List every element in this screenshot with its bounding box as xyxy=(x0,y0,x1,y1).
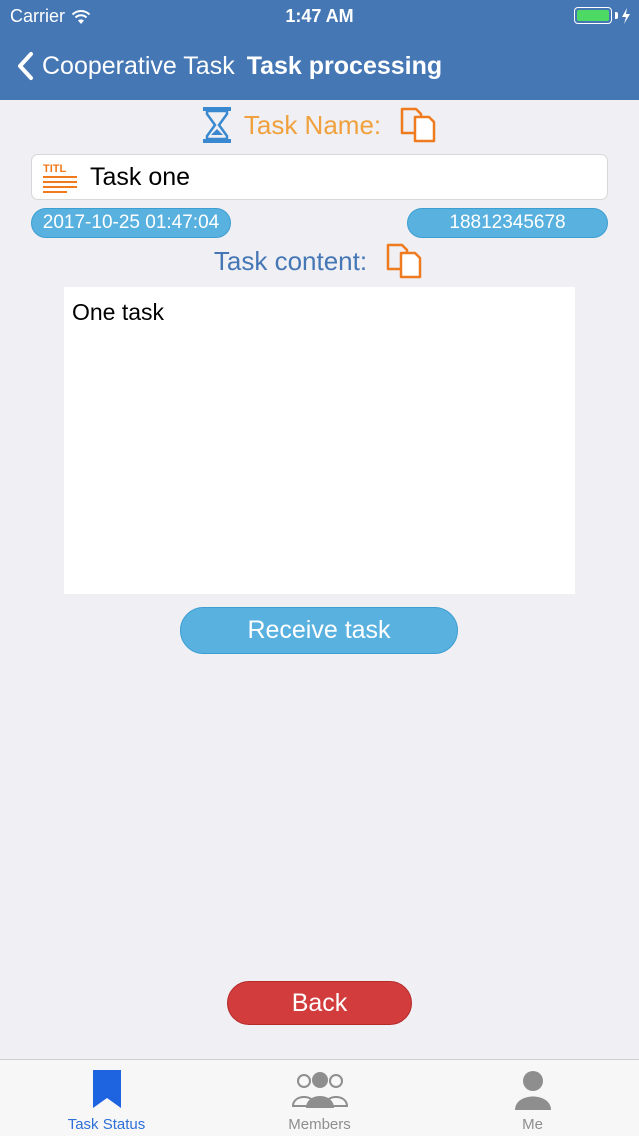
task-name-row: Task Name: xyxy=(0,104,639,146)
battery-icon xyxy=(574,7,631,24)
task-content-textarea[interactable]: One task xyxy=(64,287,575,594)
tab-label: Me xyxy=(522,1116,543,1133)
chevron-left-icon xyxy=(18,52,33,80)
task-content-label: Task content: xyxy=(213,245,368,276)
copy-icon[interactable] xyxy=(399,106,439,144)
members-icon xyxy=(291,1072,348,1108)
tab-bar: Task Status Members Me xyxy=(0,1059,639,1136)
tab-label: Task Status xyxy=(67,1116,146,1133)
status-time: 1:47 AM xyxy=(285,6,354,26)
nav-back-button[interactable]: Cooperative Task xyxy=(0,51,235,81)
bookmark-icon xyxy=(92,1070,121,1108)
tab-me[interactable]: Me xyxy=(426,1060,639,1136)
back-button[interactable]: Back xyxy=(227,981,412,1025)
task-content-row: Task content: xyxy=(0,241,639,281)
tab-members[interactable]: Members xyxy=(213,1060,426,1136)
task-title-value: Task one xyxy=(90,162,191,191)
task-title-field[interactable]: TITL Task one xyxy=(31,154,608,200)
nav-bar: Cooperative Task Task processing xyxy=(0,40,639,92)
tab-label: Members xyxy=(288,1116,351,1133)
status-bar: Carrier 1:47 AM xyxy=(0,0,639,32)
receive-task-button[interactable]: Receive task xyxy=(180,607,458,654)
page-title: Task processing xyxy=(246,51,443,80)
title-icon: TITL xyxy=(43,163,77,193)
tab-task-status[interactable]: Task Status xyxy=(0,1060,213,1136)
hourglass-icon xyxy=(202,107,231,143)
task-name-label: Task Name: xyxy=(243,109,382,140)
task-date-badge: 2017-10-25 01:47:04 xyxy=(31,208,231,238)
svg-text:TITL: TITL xyxy=(43,163,66,175)
person-icon xyxy=(514,1071,551,1110)
task-content-value: One task xyxy=(72,299,165,325)
header: Carrier 1:47 AM Cooperative Task Task pr… xyxy=(0,0,639,100)
nav-back-label: Cooperative Task xyxy=(42,51,235,80)
copy-icon[interactable] xyxy=(385,242,425,280)
charging-icon xyxy=(622,7,630,24)
task-phone-badge: 18812345678 xyxy=(407,208,608,238)
